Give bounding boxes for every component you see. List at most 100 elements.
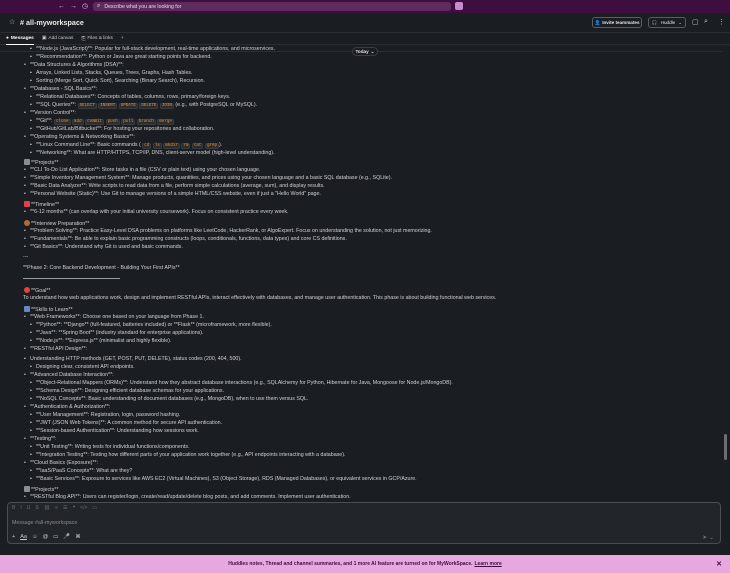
- invite-teammates-button[interactable]: 👤 Invite teammates: [592, 17, 642, 28]
- headphones-icon: 🎧: [651, 19, 658, 25]
- chevron-down-icon: ⌄: [370, 48, 375, 54]
- ai-assistant-icon[interactable]: [455, 2, 463, 10]
- tab-messages[interactable]: ● Messages: [6, 33, 34, 45]
- list-item: ▪ **Linux Command Line**: Basic commands …: [30, 142, 223, 149]
- tools-icon: [24, 159, 30, 165]
- tab-add-canvas[interactable]: ▣ Add canvas: [42, 33, 74, 45]
- message-list: ▪ **Node.js (JavaScript)**: Popular for f…: [0, 46, 722, 502]
- more-options-icon[interactable]: ⋮: [718, 18, 725, 26]
- list-item: ▪ **Schema Design**: Designing efficient …: [30, 388, 225, 394]
- date-divider[interactable]: Today ⌄: [352, 47, 378, 56]
- list-item: ▪ **GitHub/GitLab/Bitbucket**: For hostin…: [30, 126, 215, 132]
- channel-header: ☆ # all-myworkspace 👤 Invite teammates 🎧…: [0, 13, 730, 33]
- list-item: • **Testing**:: [24, 436, 57, 442]
- code-snippet: INSERT: [98, 103, 118, 109]
- text-format-icon[interactable]: Aa: [20, 534, 27, 540]
- code-snippet: grep: [204, 143, 219, 149]
- list-item: • **RESTful Blog API**: Users can registe…: [24, 494, 351, 500]
- code-snippet: mkdir: [163, 143, 180, 149]
- list-item: ▪ **JWT (JSON Web Tokens)**: A common met…: [30, 420, 223, 426]
- composer-tools: + Aa ☺ @ ▭ 🎤 ⌘: [12, 534, 81, 540]
- search-icon: ⌕: [97, 3, 101, 9]
- section-heading: **Interview Preparation**: [24, 220, 89, 228]
- message-scrollbar[interactable]: [724, 434, 727, 460]
- section-heading: **Skills to Learn**: [24, 306, 73, 314]
- list-item: ▪ Designing clear, consistent API endpoin…: [30, 364, 135, 370]
- formatting-toolbar: B I U S ⛓ ≡ ☰ ❝ </> ▭: [12, 505, 97, 511]
- message-input[interactable]: Message #all-myworkspace: [12, 520, 77, 526]
- list-item: • **Advanced Database Interaction**:: [24, 372, 114, 378]
- bold-icon[interactable]: B: [12, 505, 15, 511]
- code-snippet: clone: [53, 119, 71, 125]
- banner-text: Huddles notes, Thread and channel summar…: [228, 561, 473, 567]
- send-icon[interactable]: ➤ ⌄: [702, 534, 714, 541]
- list-item: • **CLI To-Do List Application**: Store t…: [24, 167, 261, 173]
- list-item: • **Authentication & Authorization**:: [24, 404, 111, 410]
- code-icon[interactable]: </>: [80, 505, 87, 511]
- tools-icon: [24, 486, 30, 492]
- list-item: • **Git Basics**: Understand why Git is u…: [24, 244, 183, 250]
- code-snippet: rm: [181, 143, 191, 149]
- code-snippet: commit: [85, 119, 105, 125]
- search-channel-icon[interactable]: ⌕: [704, 18, 708, 26]
- add-tab-button[interactable]: +: [121, 33, 124, 45]
- canvas-icon[interactable]: ▢: [692, 18, 699, 26]
- chevron-down-icon[interactable]: ⌄: [678, 20, 682, 26]
- microphone-icon[interactable]: 🎤: [63, 534, 70, 540]
- quote-icon[interactable]: ❝: [72, 505, 75, 511]
- list-item: ▪ **User Management**: Registration, logi…: [30, 412, 181, 418]
- list-item: • **Problem Solving**: Practice Easy-Leve…: [24, 228, 432, 234]
- list-item: ▪ **Python**: **Django** (full-featured, …: [30, 322, 272, 328]
- list-item: ▪ **Relational Databases**: Concepts of t…: [30, 94, 231, 100]
- ordered-list-icon[interactable]: ≡: [55, 505, 58, 511]
- code-snippet: JOIN: [159, 103, 174, 109]
- section-heading: **Goal**: [24, 287, 50, 295]
- italic-icon[interactable]: I: [20, 505, 21, 511]
- ai-features-banner: Huddles notes, Thread and channel summar…: [0, 555, 730, 573]
- add-user-icon: 👤: [594, 19, 601, 25]
- huddle-button[interactable]: 🎧 Huddle ⌄: [648, 17, 686, 28]
- code-snippet: cd: [142, 143, 152, 149]
- code-snippet: cat: [191, 143, 204, 149]
- message-composer[interactable]: B I U S ⛓ ≡ ☰ ❝ </> ▭ Message #all-mywor…: [7, 502, 721, 544]
- code-block-icon[interactable]: ▭: [92, 505, 97, 511]
- calendar-icon: [24, 201, 30, 207]
- list-item: • **Personal Website (Static)**: Use Git …: [24, 191, 321, 197]
- list-item: ▪ **Node.js (JavaScript)**: Popular for f…: [30, 46, 276, 52]
- tab-files-links[interactable]: ⎘ Files & links: [81, 33, 112, 45]
- bulleted-list-icon[interactable]: ☰: [63, 505, 67, 511]
- list-item: ▪ **Unit Testing**: Writing tests for ind…: [30, 444, 190, 450]
- video-icon[interactable]: ▭: [53, 534, 58, 540]
- top-bar: ← → ◷ ⌕ Describe what you are looking fo…: [0, 0, 730, 13]
- underline-icon[interactable]: U: [27, 505, 31, 511]
- strikethrough-icon[interactable]: S: [35, 505, 38, 511]
- list-item: • **Version Control**:: [24, 110, 76, 116]
- back-arrow-icon[interactable]: ←: [58, 2, 65, 11]
- plus-icon[interactable]: +: [12, 534, 15, 540]
- mention-icon[interactable]: @: [43, 534, 49, 540]
- list-item: • **Simple Inventory Management System**:…: [24, 175, 392, 181]
- section-heading: **Projects**: [24, 159, 58, 167]
- tab-label: Messages: [10, 35, 34, 41]
- list-item: ▪ **Recommendation**: Python or Java are …: [30, 54, 212, 60]
- search-input[interactable]: ⌕ Describe what you are looking for: [93, 2, 451, 11]
- forward-arrow-icon[interactable]: →: [70, 2, 77, 11]
- phase-heading: **Phase 2: Core Backend Development - Bu…: [23, 265, 180, 271]
- list-item: ▪ **NoSQL Concepts**: Basic understanding…: [30, 396, 309, 402]
- shortcuts-icon[interactable]: ⌘: [75, 534, 81, 540]
- emoji-icon[interactable]: ☺: [32, 534, 38, 540]
- star-icon[interactable]: ☆: [9, 18, 15, 26]
- history-clock-icon[interactable]: ◷: [82, 2, 88, 11]
- channel-name[interactable]: # all-myworkspace: [20, 18, 84, 27]
- learn-more-link[interactable]: Learn more: [475, 561, 502, 567]
- channel-tabs: ● Messages ▣ Add canvas ⎘ Files & links …: [0, 33, 730, 45]
- list-item: ▪ **Object-Relational Mappers (ORMs)**: U…: [30, 380, 453, 386]
- link-icon[interactable]: ⛓: [44, 505, 50, 511]
- code-snippet: push: [105, 119, 120, 125]
- close-icon[interactable]: ✕: [716, 560, 722, 568]
- code-snippet: pull: [121, 119, 136, 125]
- list-item: • **Fundamentals**: Be able to explain ba…: [24, 236, 347, 242]
- separator-text: ---: [23, 254, 29, 260]
- list-item: ▪ **Networking**: What are HTTP/HTTPS, TC…: [30, 150, 275, 156]
- list-item: • **6-12 months** (can overlap with your …: [24, 209, 289, 215]
